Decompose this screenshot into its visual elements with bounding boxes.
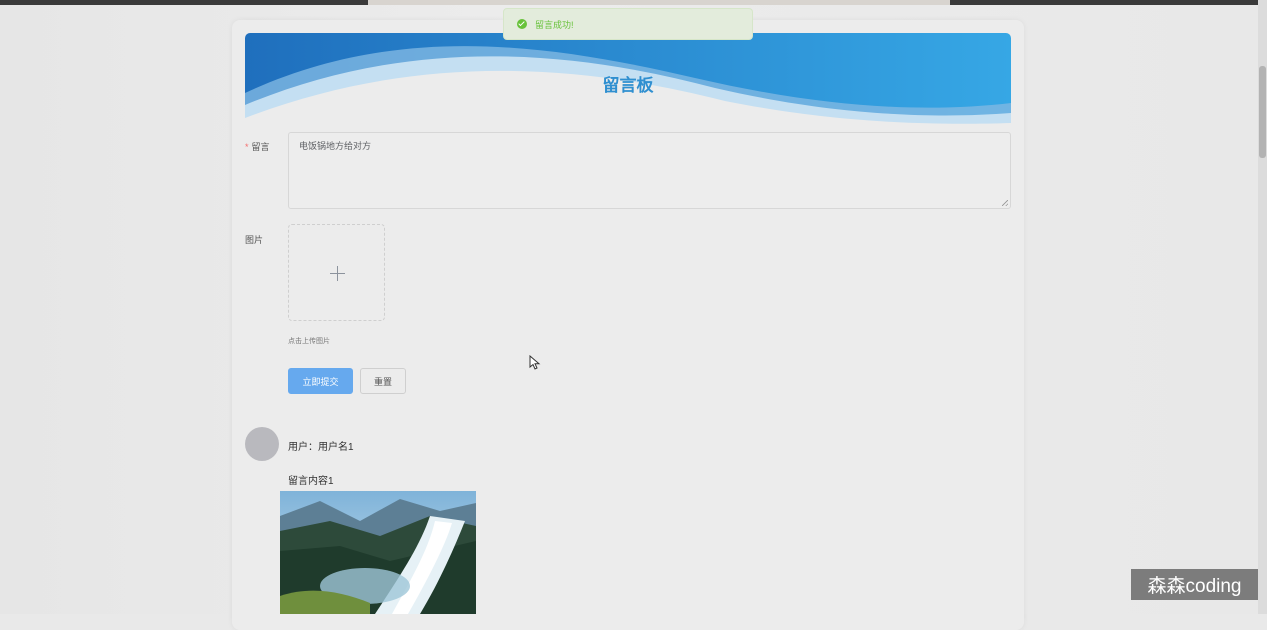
message-username: 用户：用户名1 (288, 442, 354, 453)
page-scrollbar[interactable] (1258, 0, 1267, 614)
reset-button[interactable]: 重置 (360, 368, 406, 394)
check-circle-icon (517, 19, 527, 29)
header-image-strip (0, 0, 1258, 5)
page-title: 留言板 (602, 76, 654, 95)
message-label-text: 留言 (251, 142, 270, 152)
image-uploader[interactable] (288, 224, 385, 321)
avatar (245, 427, 279, 461)
message-board-banner: 留言板 (245, 33, 1011, 130)
toast-message: 留言成功! (535, 19, 574, 30)
message-label: * 留言 (245, 140, 270, 153)
scrollbar-thumb[interactable] (1259, 66, 1266, 158)
message-image[interactable] (280, 491, 476, 614)
success-toast: 留言成功! (503, 8, 753, 40)
required-mark: * (245, 142, 249, 152)
message-text: 电饭锅地方给对方 (299, 141, 372, 151)
submit-button[interactable]: 立即提交 (288, 368, 353, 394)
plus-icon (330, 266, 345, 281)
message-textarea[interactable]: 电饭锅地方给对方 (288, 132, 1011, 209)
upload-hint: 点击上传图片 (288, 338, 330, 345)
mouse-cursor-icon (529, 355, 541, 370)
message-content: 留言内容1 (288, 476, 334, 487)
watermark: 森森coding (1131, 569, 1258, 600)
resize-handle[interactable] (1002, 200, 1008, 206)
image-label: 图片 (245, 235, 264, 245)
